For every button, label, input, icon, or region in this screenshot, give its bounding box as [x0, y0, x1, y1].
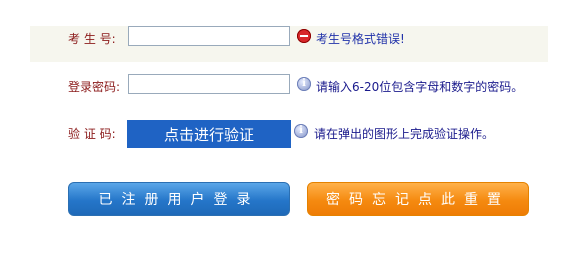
captcha-hint: 请在弹出的图形上完成验证操作。 [314, 127, 495, 141]
captcha-verify-button[interactable]: 点击进行验证 [127, 120, 291, 148]
error-minus-icon [297, 29, 311, 43]
info-icon: i [297, 77, 311, 91]
password-input[interactable] [128, 74, 290, 94]
candidate-number-label: 考 生 号: [68, 32, 116, 46]
password-hint: 请输入6-20位包含字母和数字的密码。 [316, 80, 524, 94]
registered-login-button[interactable]: 已注册用户登录 [68, 182, 290, 216]
candidate-error-message: 考生号格式错误! [316, 32, 405, 46]
captcha-label: 验 证 码: [68, 127, 116, 141]
info-icon: i [294, 124, 308, 138]
password-reset-button[interactable]: 密码忘记点此重置 [307, 182, 529, 216]
candidate-number-input[interactable] [128, 26, 290, 46]
password-label: 登录密码: [68, 80, 121, 94]
